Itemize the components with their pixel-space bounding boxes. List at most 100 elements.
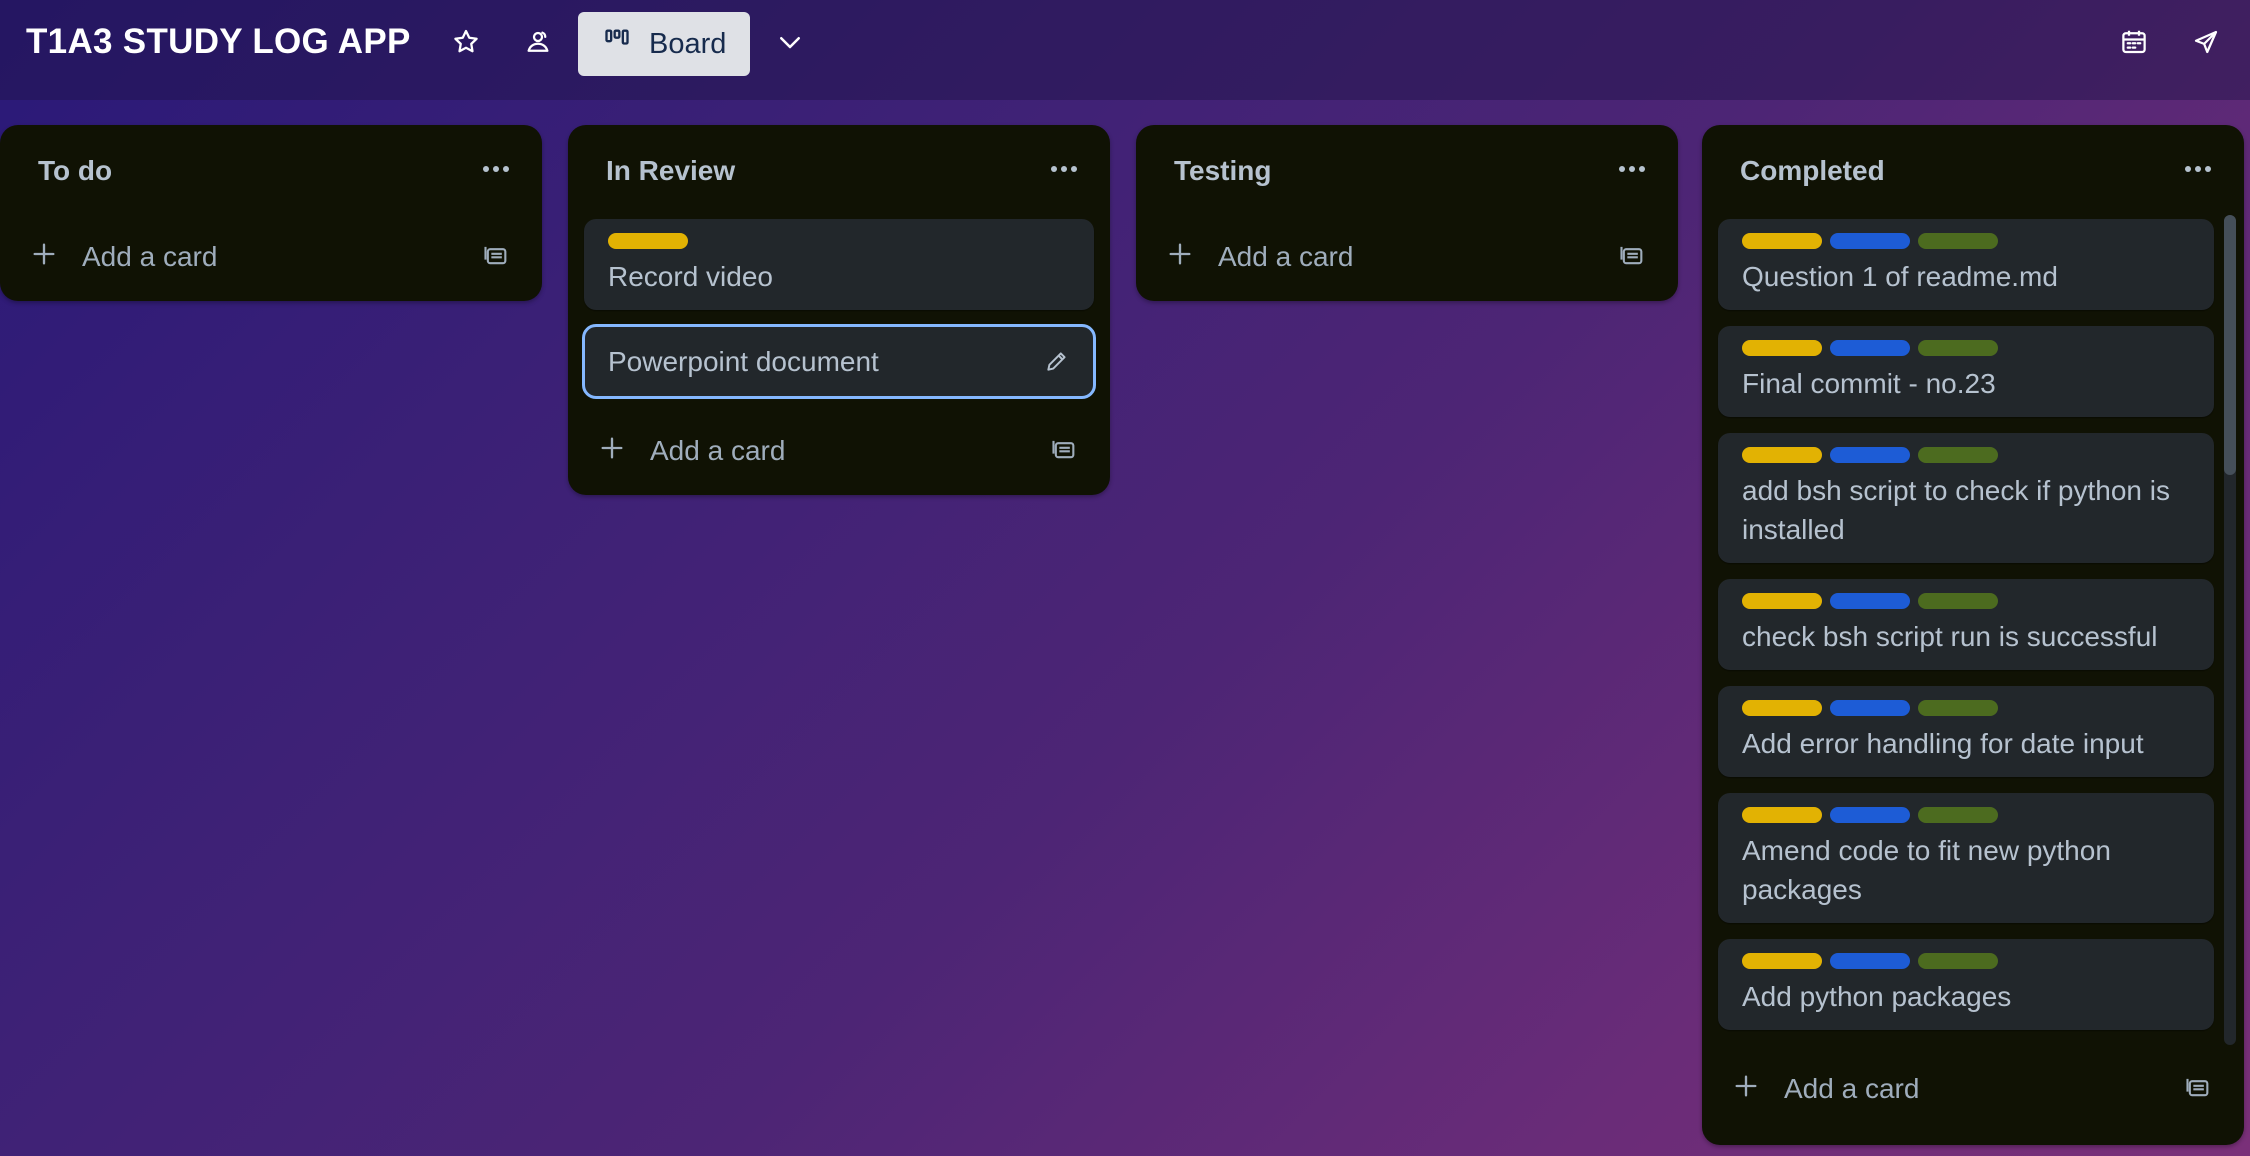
label-yellow[interactable] bbox=[1742, 593, 1822, 609]
label-yellow[interactable] bbox=[608, 233, 688, 249]
add-card-button[interactable]: Add a card bbox=[1718, 1059, 2158, 1119]
label-green[interactable] bbox=[1918, 593, 1998, 609]
card[interactable]: Add error handling for date input bbox=[1718, 686, 2214, 777]
add-card-label: Add a card bbox=[650, 435, 786, 466]
add-card-label: Add a card bbox=[1784, 1073, 1920, 1104]
list-title[interactable]: Completed bbox=[1740, 155, 1885, 187]
add-card-button[interactable]: Add a card bbox=[584, 421, 1024, 481]
card-scroll-area[interactable]: Question 1 of readme.md Final commit - n… bbox=[1702, 219, 2244, 1049]
board-header: T1A3 STUDY LOG APP Board bbox=[0, 0, 2250, 100]
card-editing[interactable]: Powerpoint document bbox=[582, 324, 1096, 399]
card-title: Question 1 of readme.md bbox=[1742, 261, 2058, 292]
card-labels bbox=[1742, 953, 2190, 969]
more-icon bbox=[482, 160, 510, 178]
scrollbar[interactable] bbox=[2224, 215, 2236, 1045]
edit-card-button[interactable] bbox=[1042, 348, 1072, 378]
card-list: Record video Powerpoint document bbox=[568, 219, 1110, 399]
create-from-template-button[interactable] bbox=[470, 231, 522, 283]
card-labels bbox=[1742, 700, 2190, 716]
list-menu-button[interactable] bbox=[2176, 147, 2220, 191]
list-title[interactable]: To do bbox=[38, 155, 112, 187]
list-header: To do bbox=[0, 125, 542, 219]
list-menu-button[interactable] bbox=[1042, 147, 1086, 191]
view-switcher-dropdown[interactable] bbox=[764, 18, 816, 70]
label-yellow[interactable] bbox=[1742, 233, 1822, 249]
label-yellow[interactable] bbox=[1742, 700, 1822, 716]
list-header: Completed bbox=[1702, 125, 2244, 219]
add-card-button[interactable]: Add a card bbox=[16, 227, 456, 287]
label-green[interactable] bbox=[1918, 807, 1998, 823]
chevron-down-icon bbox=[775, 27, 805, 62]
more-icon bbox=[2184, 160, 2212, 178]
label-green[interactable] bbox=[1918, 447, 1998, 463]
board-view-icon bbox=[603, 26, 631, 62]
label-blue[interactable] bbox=[1830, 700, 1910, 716]
card-title: Add python packages bbox=[1742, 981, 2012, 1012]
card-title: check bsh script run is successful bbox=[1742, 621, 2158, 652]
plus-icon bbox=[1166, 240, 1194, 275]
label-yellow[interactable] bbox=[1742, 953, 1822, 969]
label-green[interactable] bbox=[1918, 700, 1998, 716]
template-icon bbox=[1618, 241, 1646, 274]
card[interactable]: Add python packages bbox=[1718, 939, 2214, 1030]
card-labels bbox=[1742, 807, 2190, 823]
card-title: Powerpoint document bbox=[608, 346, 879, 377]
card-labels bbox=[1742, 340, 2190, 356]
card[interactable]: Question 1 of readme.md bbox=[1718, 219, 2214, 310]
label-blue[interactable] bbox=[1830, 953, 1910, 969]
label-green[interactable] bbox=[1918, 233, 1998, 249]
card-title: Record video bbox=[608, 261, 773, 292]
add-card-row: Add a card bbox=[1702, 1051, 2244, 1133]
list-title[interactable]: Testing bbox=[1174, 155, 1271, 187]
card[interactable]: Amend code to fit new python packages bbox=[1718, 793, 2214, 923]
label-blue[interactable] bbox=[1830, 233, 1910, 249]
card-labels bbox=[608, 233, 1070, 249]
card[interactable]: check bsh script run is successful bbox=[1718, 579, 2214, 670]
card-title: add bsh script to check if python is ins… bbox=[1742, 475, 2170, 545]
card[interactable]: Final commit - no.23 bbox=[1718, 326, 2214, 417]
list-title[interactable]: In Review bbox=[606, 155, 735, 187]
label-yellow[interactable] bbox=[1742, 807, 1822, 823]
plus-icon bbox=[598, 434, 626, 469]
pencil-icon bbox=[1044, 348, 1070, 379]
label-blue[interactable] bbox=[1830, 593, 1910, 609]
list-testing: Testing Add a card bbox=[1136, 125, 1678, 301]
card-title: Final commit - no.23 bbox=[1742, 368, 1996, 399]
star-button[interactable] bbox=[440, 18, 492, 70]
label-blue[interactable] bbox=[1830, 447, 1910, 463]
card-labels bbox=[1742, 447, 2190, 463]
card[interactable]: Record video bbox=[584, 219, 1094, 310]
label-yellow[interactable] bbox=[1742, 447, 1822, 463]
add-card-row: Add a card bbox=[1136, 219, 1678, 301]
scrollbar-thumb[interactable] bbox=[2224, 215, 2236, 475]
label-blue[interactable] bbox=[1830, 807, 1910, 823]
create-from-template-button[interactable] bbox=[2172, 1063, 2224, 1115]
label-green[interactable] bbox=[1918, 340, 1998, 356]
list-menu-button[interactable] bbox=[474, 147, 518, 191]
calendar-button[interactable] bbox=[2108, 18, 2160, 70]
card-list: Question 1 of readme.md Final commit - n… bbox=[1702, 219, 2244, 1030]
plus-icon bbox=[1732, 1072, 1760, 1107]
add-card-label: Add a card bbox=[1218, 241, 1354, 272]
power-ups-button[interactable] bbox=[2180, 18, 2232, 70]
template-icon bbox=[482, 241, 510, 274]
visibility-button[interactable] bbox=[512, 18, 564, 70]
label-yellow[interactable] bbox=[1742, 340, 1822, 356]
create-from-template-button[interactable] bbox=[1038, 425, 1090, 477]
create-from-template-button[interactable] bbox=[1606, 231, 1658, 283]
label-green[interactable] bbox=[1918, 953, 1998, 969]
add-card-button[interactable]: Add a card bbox=[1152, 227, 1592, 287]
card-title: Add error handling for date input bbox=[1742, 728, 2144, 759]
list-header: Testing bbox=[1136, 125, 1678, 219]
list-menu-button[interactable] bbox=[1610, 147, 1654, 191]
power-ups-icon bbox=[2191, 27, 2221, 62]
board-view-switcher[interactable]: Board bbox=[578, 12, 750, 76]
workspace-visibility-icon bbox=[523, 27, 553, 62]
more-icon bbox=[1618, 160, 1646, 178]
board-view-label: Board bbox=[649, 27, 727, 60]
star-icon bbox=[451, 27, 481, 62]
plus-icon bbox=[30, 240, 58, 275]
label-blue[interactable] bbox=[1830, 340, 1910, 356]
board-title[interactable]: T1A3 STUDY LOG APP bbox=[26, 22, 411, 62]
card[interactable]: add bsh script to check if python is ins… bbox=[1718, 433, 2214, 563]
